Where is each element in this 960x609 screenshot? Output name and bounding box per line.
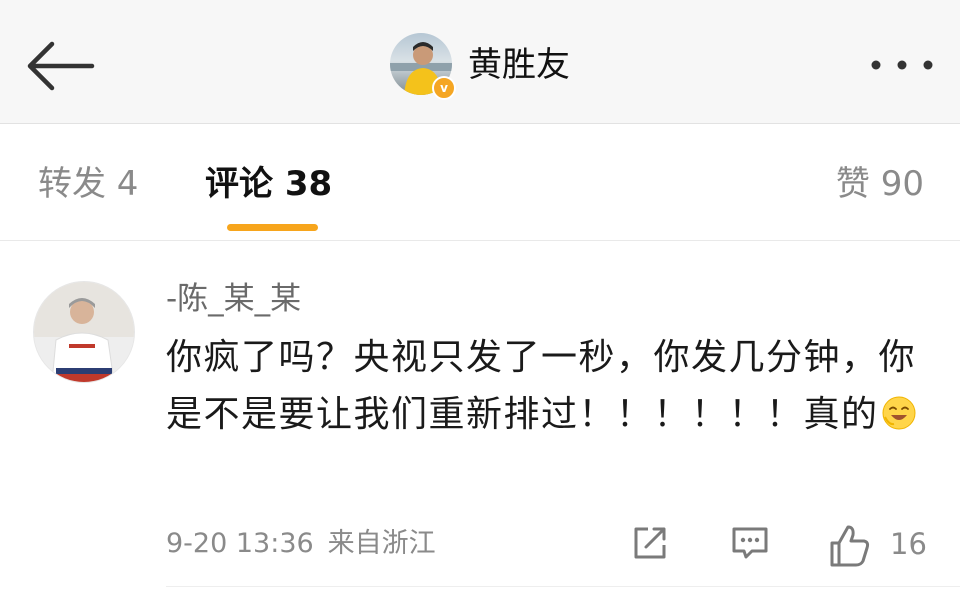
reply-icon [732, 527, 768, 559]
comment-text: 你疯了吗？央视只发了一秒，你发几分钟，你是不是要让我们重新排过！！！！！！真的 [166, 329, 936, 443]
active-tab-indicator [227, 224, 318, 231]
back-button[interactable] [22, 36, 96, 96]
more-button[interactable] [862, 50, 942, 80]
share-icon [634, 527, 666, 559]
page-title: 黄胜友 [468, 45, 570, 85]
like-icon [830, 525, 870, 567]
reply-button[interactable] [728, 521, 772, 565]
tab-repost[interactable]: 转发 4 [38, 162, 138, 206]
more-horizontal-icon [871, 60, 933, 70]
comment-item: -陈_某_某 你疯了吗？央视只发了一秒，你发几分钟，你是不是要让我们重新排过！！… [0, 241, 960, 609]
laughing-face-emoji [882, 396, 916, 430]
comment-meta: 9-20 13:36 来自浙江 [166, 527, 436, 561]
comment-time: 9-20 13:36 [166, 528, 314, 559]
top-bar: v 黄胜友 [0, 0, 960, 124]
arrow-left-icon [27, 41, 95, 91]
tab-likes[interactable]: 赞 90 [836, 162, 924, 206]
verified-badge: v [432, 76, 456, 100]
commenter-name[interactable]: -陈_某_某 [166, 279, 301, 319]
commenter-avatar[interactable] [33, 281, 135, 383]
like-count: 16 [890, 527, 927, 561]
like-button[interactable]: 16 [826, 521, 936, 567]
comment-source: 来自浙江 [327, 528, 436, 559]
tab-bar: 转发 4 评论 38 赞 90 [0, 124, 960, 241]
share-button[interactable] [628, 521, 672, 565]
comment-body: 你疯了吗？央视只发了一秒，你发几分钟，你是不是要让我们重新排过！！！！！！真的 [166, 337, 917, 435]
comment-divider [166, 586, 960, 587]
header-avatar[interactable]: v [390, 33, 456, 100]
tab-comments[interactable]: 评论 38 [205, 162, 332, 206]
